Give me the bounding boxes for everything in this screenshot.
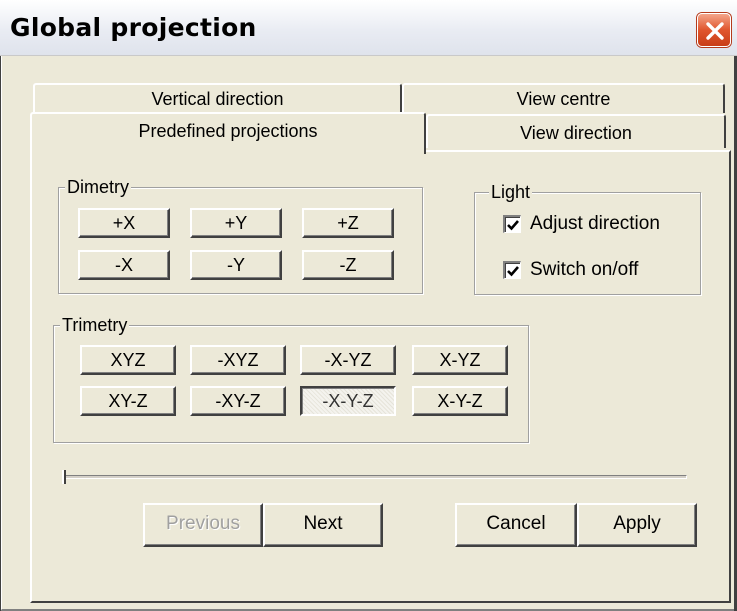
checkmark-icon: [507, 220, 519, 231]
dimetry-label: Dimetry: [65, 177, 131, 197]
dimetry-minus-y-button[interactable]: -Y: [190, 250, 282, 280]
window-title: Global projection: [10, 13, 257, 42]
trimetry-mxyz-button[interactable]: -XYZ: [190, 345, 286, 375]
slider-thumb[interactable]: [62, 470, 66, 484]
close-button[interactable]: [697, 13, 731, 47]
trimetry-xymz-button[interactable]: XY-Z: [80, 386, 176, 416]
light-label: Light: [489, 182, 533, 202]
dimetry-minus-z-button[interactable]: -Z: [302, 250, 394, 280]
trimetry-xmyz-button[interactable]: X-YZ: [412, 345, 508, 375]
next-button[interactable]: Next: [263, 503, 383, 547]
switch-on-off-checkbox-row[interactable]: Switch on/off: [503, 259, 638, 281]
switch-on-off-checkbox[interactable]: [503, 261, 521, 279]
trimetry-xyz-button[interactable]: XYZ: [80, 345, 176, 375]
tab-view-direction[interactable]: View direction: [426, 114, 726, 148]
trimetry-label: Trimetry: [60, 315, 130, 335]
dimetry-plus-y-button[interactable]: +Y: [190, 208, 282, 238]
dimetry-plus-z-button[interactable]: +Z: [302, 208, 394, 238]
previous-button[interactable]: Previous: [143, 503, 263, 547]
cancel-button[interactable]: Cancel: [455, 503, 577, 547]
switch-on-off-label: Switch on/off: [530, 259, 639, 280]
apply-button[interactable]: Apply: [577, 503, 697, 547]
trimetry-mxmymz-button[interactable]: -X-Y-Z: [300, 386, 396, 416]
adjust-direction-checkbox[interactable]: [503, 215, 521, 233]
dimetry-minus-x-button[interactable]: -X: [78, 250, 170, 280]
trimetry-mxmyz-button[interactable]: -X-YZ: [300, 345, 396, 375]
dimetry-plus-x-button[interactable]: +X: [78, 208, 170, 238]
tab-vertical-direction[interactable]: Vertical direction: [33, 83, 402, 113]
adjust-direction-checkbox-row[interactable]: Adjust direction: [503, 213, 660, 235]
trimetry-mxymz-button[interactable]: -XY-Z: [190, 386, 286, 416]
slider-track[interactable]: [62, 475, 687, 479]
slider-thumb-icon: [62, 470, 66, 484]
tab-predefined-projections[interactable]: Predefined projections: [30, 112, 426, 154]
trimetry-group: [53, 325, 529, 443]
trimetry-xmymz-button[interactable]: X-Y-Z: [412, 386, 508, 416]
checkmark-icon: [507, 266, 519, 277]
adjust-direction-label: Adjust direction: [530, 213, 660, 234]
tab-view-centre[interactable]: View centre: [402, 83, 725, 113]
frame-edge: [0, 56, 1, 611]
close-icon: [706, 22, 724, 40]
